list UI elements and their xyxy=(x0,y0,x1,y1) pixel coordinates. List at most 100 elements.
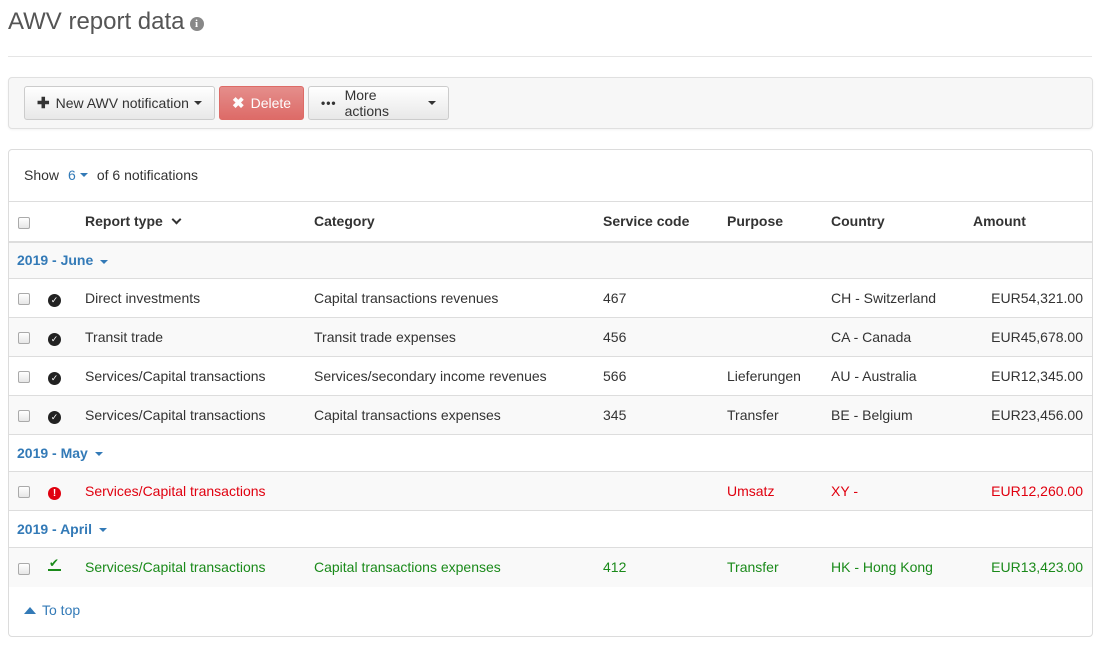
service-code-cell: 456 xyxy=(603,317,727,357)
group-toggle[interactable]: 2019 - April xyxy=(9,510,1092,548)
to-top-label: To top xyxy=(42,602,81,618)
row-checkbox[interactable] xyxy=(18,486,30,499)
group-label: 2019 - May xyxy=(17,445,88,461)
exclamation-circle-icon: ! xyxy=(48,486,61,500)
report-type-cell: Direct investments xyxy=(85,278,314,318)
row-select-cell xyxy=(9,471,37,511)
purpose-cell: Umsatz xyxy=(727,471,831,511)
country-cell: HK - Hong Kong xyxy=(831,547,973,587)
more-actions-label: More actions xyxy=(344,87,389,119)
status-cell: ✓ xyxy=(37,395,85,435)
delete-button[interactable]: ✖ Delete xyxy=(219,86,304,120)
amount-header: Amount xyxy=(973,201,1092,243)
row-checkbox[interactable] xyxy=(18,332,30,345)
check-circle-icon: ✓ xyxy=(48,371,61,385)
status-cell: ! xyxy=(37,471,85,511)
sort-chevron-down-icon[interactable] xyxy=(171,214,182,225)
purpose-header: Purpose xyxy=(727,201,831,243)
country-header: Country xyxy=(831,201,973,243)
notifications-table: Report type Category Service code Purpos… xyxy=(9,201,1092,587)
service-code-cell: 412 xyxy=(603,547,727,587)
table-row[interactable]: ✓ Services/Capital transactions Capital tr… xyxy=(9,395,1092,435)
table-row[interactable]: ! Services/Capital transactions Umsatz XY -… xyxy=(9,471,1092,511)
close-icon: ✖ xyxy=(232,95,245,112)
new-awv-notification-label: New AWV notification xyxy=(55,95,189,111)
arrow-up-icon xyxy=(24,606,36,614)
purpose-cell: Transfer xyxy=(727,547,831,587)
category-cell: Transit trade expenses xyxy=(314,317,603,357)
plus-icon: ✚ xyxy=(37,95,50,112)
status-cell: ✓ xyxy=(37,317,85,357)
amount-cell: EUR13,423.00 xyxy=(973,547,1092,587)
info-icon[interactable]: i xyxy=(189,17,204,31)
service-code-cell: 345 xyxy=(603,395,727,435)
title-divider xyxy=(8,56,1092,57)
select-all-checkbox[interactable] xyxy=(18,216,30,229)
row-checkbox[interactable] xyxy=(18,410,30,423)
service-code-cell: 566 xyxy=(603,356,727,396)
chevron-down-icon xyxy=(100,259,109,264)
more-actions-button[interactable]: ••• More actions xyxy=(308,86,449,120)
group-toggle[interactable]: 2019 - May xyxy=(9,434,1092,472)
service-code-header: Service code xyxy=(603,201,727,243)
to-top-link[interactable]: To top xyxy=(24,602,80,618)
report-type-cell: Transit trade xyxy=(85,317,314,357)
chevron-down-icon xyxy=(193,101,202,105)
status-cell: ✓ xyxy=(37,278,85,318)
category-header: Category xyxy=(314,201,603,243)
table-row[interactable]: ✓ Direct investments Capital transactions … xyxy=(9,278,1092,318)
row-select-cell xyxy=(9,278,37,318)
group-label: 2019 - June xyxy=(17,252,94,269)
group-toggle[interactable]: 2019 - June xyxy=(9,241,1092,279)
table-body: 2019 - June ✓ Direct investments Capital tr… xyxy=(9,241,1092,587)
report-type-header-label: Report type xyxy=(85,213,163,230)
check-circle-icon: ✓ xyxy=(48,410,61,424)
table-row[interactable]: ✔ Services/Capital transactions Capital tr… xyxy=(9,547,1092,587)
row-checkbox[interactable] xyxy=(18,293,30,306)
table-row[interactable]: ✓ Services/Capital transactions Services/s… xyxy=(9,356,1092,396)
country-cell: CA - Canada xyxy=(831,317,973,357)
amount-cell: EUR12,260.00 xyxy=(973,471,1092,511)
toolbar: ✚ New AWV notification ✖ Delete ••• More… xyxy=(8,77,1093,129)
purpose-cell xyxy=(727,317,831,357)
category-cell: Capital transactions expenses xyxy=(314,395,603,435)
status-cell: ✔ xyxy=(37,547,85,587)
category-cell: Capital transactions revenues xyxy=(314,278,603,318)
report-type-cell: Services/Capital transactions xyxy=(85,471,314,511)
pagination-summary: Show 6 of 6 notifications xyxy=(24,167,198,183)
page-title: AWV report data i xyxy=(8,8,204,36)
amount-cell: EUR23,456.00 xyxy=(973,395,1092,435)
page-size-dropdown[interactable]: 6 xyxy=(68,167,76,183)
report-type-cell: Services/Capital transactions xyxy=(85,356,314,396)
chevron-down-icon xyxy=(98,528,107,533)
report-type-header[interactable]: Report type xyxy=(85,201,314,243)
check-circle-icon: ✓ xyxy=(48,332,61,346)
row-select-cell xyxy=(9,395,37,435)
country-cell: AU - Australia xyxy=(831,356,973,396)
chevron-down-icon[interactable] xyxy=(79,173,88,177)
group-row: 2019 - April xyxy=(9,510,1092,548)
new-awv-notification-button[interactable]: ✚ New AWV notification xyxy=(24,86,215,120)
service-code-cell: 467 xyxy=(603,278,727,318)
row-checkbox[interactable] xyxy=(18,371,30,384)
row-checkbox[interactable] xyxy=(18,562,30,575)
check-circle-icon: ✓ xyxy=(48,293,61,307)
show-label: Show xyxy=(24,167,60,183)
amount-cell: EUR12,345.00 xyxy=(973,356,1092,396)
status-cell: ✓ xyxy=(37,356,85,396)
purpose-cell xyxy=(727,278,831,318)
group-label: 2019 - April xyxy=(17,521,92,537)
purpose-cell: Transfer xyxy=(727,395,831,435)
report-type-cell: Services/Capital transactions xyxy=(85,547,314,587)
country-cell: BE - Belgium xyxy=(831,395,973,435)
table-header-row: Report type Category Service code Purpos… xyxy=(9,201,1092,243)
select-all-cell xyxy=(9,201,37,243)
category-cell xyxy=(314,471,603,511)
notifications-panel: Show 6 of 6 notifications Report type Ca… xyxy=(8,149,1093,637)
chevron-down-icon xyxy=(94,452,103,457)
group-row: 2019 - June xyxy=(9,241,1092,279)
chevron-down-icon xyxy=(428,101,436,105)
table-row[interactable]: ✓ Transit trade Transit trade expenses 456 C… xyxy=(9,317,1092,357)
submitted-check-icon: ✔ xyxy=(48,556,61,572)
category-cell: Capital transactions expenses xyxy=(314,547,603,587)
